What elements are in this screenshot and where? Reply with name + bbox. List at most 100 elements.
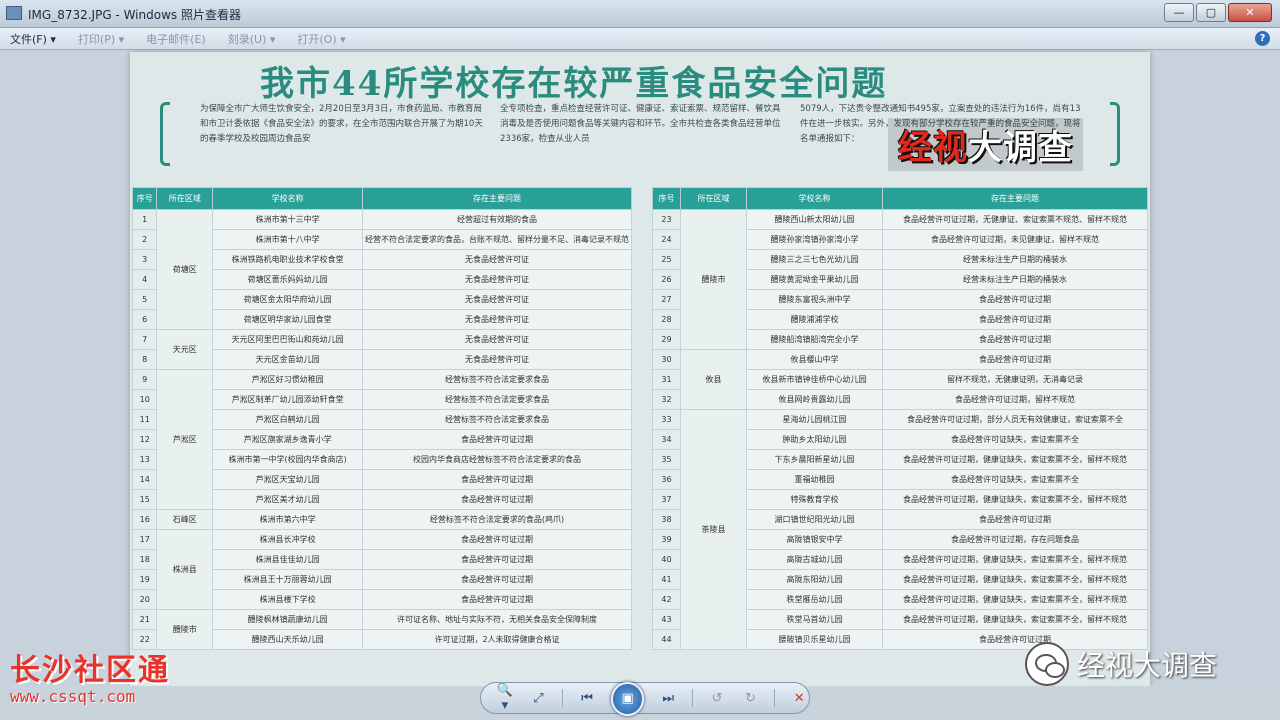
minimize-button[interactable]: — xyxy=(1164,3,1194,22)
menu-burn[interactable]: 刻录(U) ▾ xyxy=(228,31,276,47)
close-button[interactable]: ✕ xyxy=(1228,3,1272,22)
menu-email[interactable]: 电子邮件(E) xyxy=(146,31,206,47)
header-issue: 存在主要问题 xyxy=(362,187,632,210)
actual-size-icon[interactable]: ⤢ xyxy=(529,691,549,706)
school-name-cell: 株洲市第六中学 xyxy=(212,509,363,530)
row-number-cell: 1 xyxy=(131,209,158,230)
school-name-cell: 醴陵西山天乐幼儿园 xyxy=(212,629,363,650)
issue-cell: 经营标签不符合法定要求的食品(鸡爪) xyxy=(362,509,632,530)
school-name-cell: 天元区阿里巴巴街山和苑幼儿园 xyxy=(212,329,363,350)
photo-viewer-app-icon xyxy=(6,6,22,20)
maximize-button[interactable]: ▢ xyxy=(1196,3,1226,22)
next-button[interactable]: ⏭ xyxy=(658,691,678,706)
previous-button[interactable]: ⏮ xyxy=(577,691,597,706)
slideshow-button[interactable]: ▣ xyxy=(610,682,645,716)
intro-paragraph-col1: 为保障全市广大师生饮食安全，2月20日至3月3日，市食药监局、市教育局和市卫计委… xyxy=(200,104,483,144)
table-row: 23 醴陵市 醴陵西山新太阳幼儿园 食品经营许可证过期，无健康证、索证索票不规范、留样… xyxy=(652,209,1148,350)
help-icon[interactable]: ? xyxy=(1255,31,1270,46)
school-name-cell: 芦淞区旗家湖乡逸青小学 xyxy=(212,429,363,450)
school-name-cell: 芦淞区好习惯幼稚园 xyxy=(212,369,363,390)
intro-paragraph-col2: 全专项检查，重点检查经营许可证、健康证、索证索票、规范留样、餐饮具消毒及是否使用… xyxy=(500,104,781,144)
rotate-cw-button[interactable]: ↻ xyxy=(741,691,761,706)
school-name-cell: 醴陵东富视头洲中学 xyxy=(746,289,883,310)
table-header-row: 序号 所在区域 学校名称 存在主要问题 xyxy=(131,187,632,210)
header-district: 所在区域 xyxy=(156,187,214,210)
school-name-cell: 高陇镇银安中学 xyxy=(746,529,883,550)
row-number-cell: 7 xyxy=(131,329,158,350)
school-name-cell: 醴陵孙家湾镇孙家湾小学 xyxy=(746,229,883,250)
row-number-cell: 37 xyxy=(652,489,681,510)
school-name-cell: 醴陵枫林镇蔬康幼儿园 xyxy=(212,609,363,630)
header-no: 序号 xyxy=(652,187,681,210)
issue-cell: 经营标签不符合法定要求食品 xyxy=(362,409,632,430)
table-header-row: 序号 所在区域 学校名称 存在主要问题 xyxy=(652,187,1148,210)
row-number-cell: 40 xyxy=(652,549,681,570)
school-name-cell: 湖口镇世纪阳光幼儿园 xyxy=(746,509,883,530)
row-number-cell: 5 xyxy=(131,289,158,310)
school-name-cell: 芦淞区白鹤幼儿园 xyxy=(212,409,363,430)
school-name-cell: 腰陂镇贝乐星幼儿园 xyxy=(746,629,883,650)
header-school: 学校名称 xyxy=(212,187,363,210)
row-number-cell: 39 xyxy=(652,529,681,550)
issue-cell: 食品经营许可证过期 xyxy=(362,429,632,450)
school-name-cell: 芦淞区天宝幼儿园 xyxy=(212,469,363,490)
issue-cell: 食品经营许可证过期 xyxy=(362,529,632,550)
photo-headline: 我市44所学校存在较严重食品安全问题 xyxy=(260,64,888,104)
issue-cell: 食品经营许可证过期，存在问题食品 xyxy=(882,529,1148,550)
row-number-cell: 29 xyxy=(652,329,681,350)
row-number-cell: 26 xyxy=(652,269,681,290)
row-number-cell: 15 xyxy=(131,489,158,510)
menu-file[interactable]: 文件(F) ▾ xyxy=(10,31,56,47)
school-table-left: 序号 所在区域 学校名称 存在主要问题 1 荷塘区 株洲市第十三中学 经营超过有效期的… xyxy=(131,187,632,650)
issue-cell: 食品经营许可证过期，健康证缺失，索证索票不全，留样不规范 xyxy=(882,449,1148,470)
wechat-account-name: 经视大调查 xyxy=(1077,649,1218,682)
toolbar-divider xyxy=(692,689,694,707)
decorative-bracket-left xyxy=(160,102,170,166)
district-cell: 茶陵县 xyxy=(680,409,747,650)
issue-cell: 食品经营许可证过期，健康证缺失，索证索票不全，留样不规范 xyxy=(882,549,1148,570)
row-number-cell: 10 xyxy=(131,389,158,410)
menu-print[interactable]: 打印(P) ▾ xyxy=(78,31,124,47)
table-row: 17 株洲县 株洲县长冲学校 食品经营许可证过期 xyxy=(131,529,632,610)
issue-cell: 食品经营许可证过期 xyxy=(882,289,1148,310)
issue-cell: 食品经营许可证过期，健康证缺失，索证索票不全，留样不规范 xyxy=(882,569,1148,590)
school-name-cell: 株洲县佳佳幼儿园 xyxy=(212,549,363,570)
brand-logo: 经视大调查 xyxy=(888,118,1083,171)
table-row: 9 芦淞区 芦淞区好习惯幼稚园 经营标签不符合法定要求食品 xyxy=(131,369,632,510)
row-number-cell: 24 xyxy=(652,229,681,250)
school-name-cell: 醴陵浦浦学校 xyxy=(746,309,883,330)
table-body-left: 1 荷塘区 株洲市第十三中学 经营超过有效期的食品 2 株洲市第十八中学 经营不符合法定要求… xyxy=(131,209,632,650)
row-number-cell: 25 xyxy=(652,249,681,270)
delete-button[interactable]: ✕ xyxy=(789,691,809,706)
issue-cell: 校园内华食商店经营标签不符合法定要求的食品 xyxy=(362,449,632,470)
row-number-cell: 32 xyxy=(652,389,681,410)
school-name-cell: 高陇古城幼儿园 xyxy=(746,549,883,570)
row-number-cell: 18 xyxy=(131,549,158,570)
issue-cell: 食品经营许可证过期 xyxy=(362,469,632,490)
issue-cell: 经营未标注生产日期的桶装水 xyxy=(882,249,1148,270)
table-row: 16 石峰区 株洲市第六中学 经营标签不符合法定要求的食品(鸡爪) xyxy=(131,509,632,530)
rotate-ccw-button[interactable]: ↺ xyxy=(707,691,727,706)
header-school: 学校名称 xyxy=(746,187,883,210)
watermark-url: www.cssqt.com xyxy=(10,687,136,706)
issue-cell: 食品经营许可证过期 xyxy=(882,509,1148,530)
school-name-cell: 荷塘区蔷乐妈妈幼儿园 xyxy=(212,269,363,290)
zoom-button[interactable]: 🔍▾ xyxy=(495,683,515,713)
table-row: 30 攸县 攸县樱山中学 食品经营许可证过期 xyxy=(652,349,1148,410)
header-district: 所在区域 xyxy=(680,187,747,210)
menu-open[interactable]: 打开(O) ▾ xyxy=(297,31,345,47)
row-number-cell: 21 xyxy=(131,609,158,630)
district-cell: 攸县 xyxy=(680,349,747,410)
issue-cell: 食品经营许可证过期，健康证缺失，索证索票不全，留样不规范 xyxy=(882,609,1148,630)
issue-cell: 许可证名称、地址与实际不符，无相关食品安全保障制度 xyxy=(362,609,632,630)
school-name-cell: 醴陵三之三七色光幼儿园 xyxy=(746,249,883,270)
district-cell: 株洲县 xyxy=(156,529,214,610)
district-cell: 醴陵市 xyxy=(156,609,214,650)
issue-cell: 无食品经营许可证 xyxy=(362,249,632,270)
watermark-left: 长沙社区通 www.cssqt.com xyxy=(10,645,170,706)
watermark-site-name: 长沙社区通 xyxy=(10,653,170,688)
brand-logo-red: 经视 xyxy=(898,128,968,168)
row-number-cell: 4 xyxy=(131,269,158,290)
image-viewport[interactable]: 我市44所学校存在较严重食品安全问题 为保障全市广大师生饮食安全，2月20日至3… xyxy=(0,50,1280,686)
issue-cell: 经营超过有效期的食品 xyxy=(362,209,632,230)
